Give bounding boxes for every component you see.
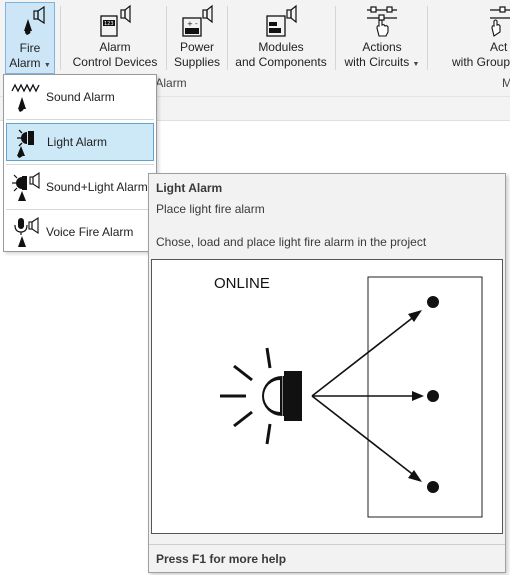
menu-item-label: Voice Fire Alarm <box>46 225 134 239</box>
online-label: ONLINE <box>214 275 270 292</box>
svg-text:123: 123 <box>104 21 114 27</box>
actions-groups-label-1: Act <box>490 40 508 54</box>
svg-text:+ -: + - <box>187 20 198 28</box>
tooltip-title: Light Alarm <box>156 181 223 195</box>
light-alarm-icon <box>10 125 44 159</box>
light-alarm-illustration: ONLINE <box>214 275 483 518</box>
fire-alarm-label-1: Fire <box>19 41 41 55</box>
group-label-modules: M <box>502 76 510 90</box>
menu-item-label: Sound+Light Alarm <box>46 180 148 194</box>
alarm-control-devices-icon: 123 <box>98 2 132 38</box>
tooltip-light-alarm: Light Alarm Place light fire alarm Chose… <box>148 173 506 573</box>
power-supplies-label-1: Power <box>179 40 214 54</box>
fire-alarm-dropdown: Sound Alarm Light Alarm Sound+Light Alar… <box>3 74 157 252</box>
menu-item-light-alarm[interactable]: Light Alarm <box>6 123 154 161</box>
modules-components-label-2: and Components <box>235 55 327 69</box>
sound-light-alarm-icon <box>9 170 43 204</box>
actions-circuits-icon <box>365 2 399 38</box>
alarm-control-devices-button[interactable]: 123 Alarm Control Devices <box>70 2 160 74</box>
power-supplies-icon: + - <box>180 2 214 38</box>
actions-circuits-button[interactable]: Actions with Circuits ▼ <box>342 2 422 74</box>
menu-item-label: Light Alarm <box>47 135 108 149</box>
actions-groups-label-2: with Group <box>452 55 510 69</box>
tooltip-subtitle: Place light fire alarm <box>156 202 265 216</box>
tooltip-help-hint: Press F1 for more help <box>156 552 287 566</box>
menu-item-label: Sound Alarm <box>46 90 115 104</box>
fire-alarm-label-2: Alarm ▼ <box>9 56 51 70</box>
ribbon-separator <box>335 6 336 70</box>
actions-groups-button[interactable]: Act with Group <box>450 2 510 74</box>
tooltip-illustration: ONLINE <box>151 259 503 534</box>
actions-groups-icon <box>490 2 510 38</box>
fire-alarm-icon <box>14 3 46 39</box>
actions-circuits-label-2: with Circuits ▼ <box>344 55 420 69</box>
power-supplies-label-2: Supplies <box>173 55 221 69</box>
menu-item-sound-alarm[interactable]: Sound Alarm <box>6 78 154 116</box>
modules-components-label-1: Modules <box>258 40 304 54</box>
fire-alarm-button[interactable]: Fire Alarm ▼ <box>5 2 55 74</box>
menu-separator <box>6 119 154 120</box>
modules-components-icon <box>264 2 298 38</box>
alarm-control-devices-label-2: Control Devices <box>72 55 158 69</box>
ribbon-separator <box>60 6 61 70</box>
menu-item-sound-light-alarm[interactable]: Sound+Light Alarm <box>6 168 154 206</box>
menu-item-voice-fire-alarm[interactable]: Voice Fire Alarm <box>6 213 154 251</box>
ribbon-separator <box>166 6 167 70</box>
actions-circuits-label-1: Actions <box>362 40 402 54</box>
menu-separator <box>6 209 154 210</box>
tooltip-description: Chose, load and place light fire alarm i… <box>156 235 427 249</box>
modules-components-button[interactable]: Modules and Components <box>233 2 329 74</box>
tooltip-divider <box>149 544 505 545</box>
alarm-control-devices-label-1: Alarm <box>99 40 131 54</box>
ribbon-separator <box>227 6 228 70</box>
ribbon-separator <box>427 6 428 70</box>
menu-separator <box>6 164 154 165</box>
sound-alarm-icon <box>9 80 43 114</box>
power-supplies-button[interactable]: + - Power Supplies <box>172 2 222 74</box>
voice-fire-alarm-icon <box>9 215 43 249</box>
